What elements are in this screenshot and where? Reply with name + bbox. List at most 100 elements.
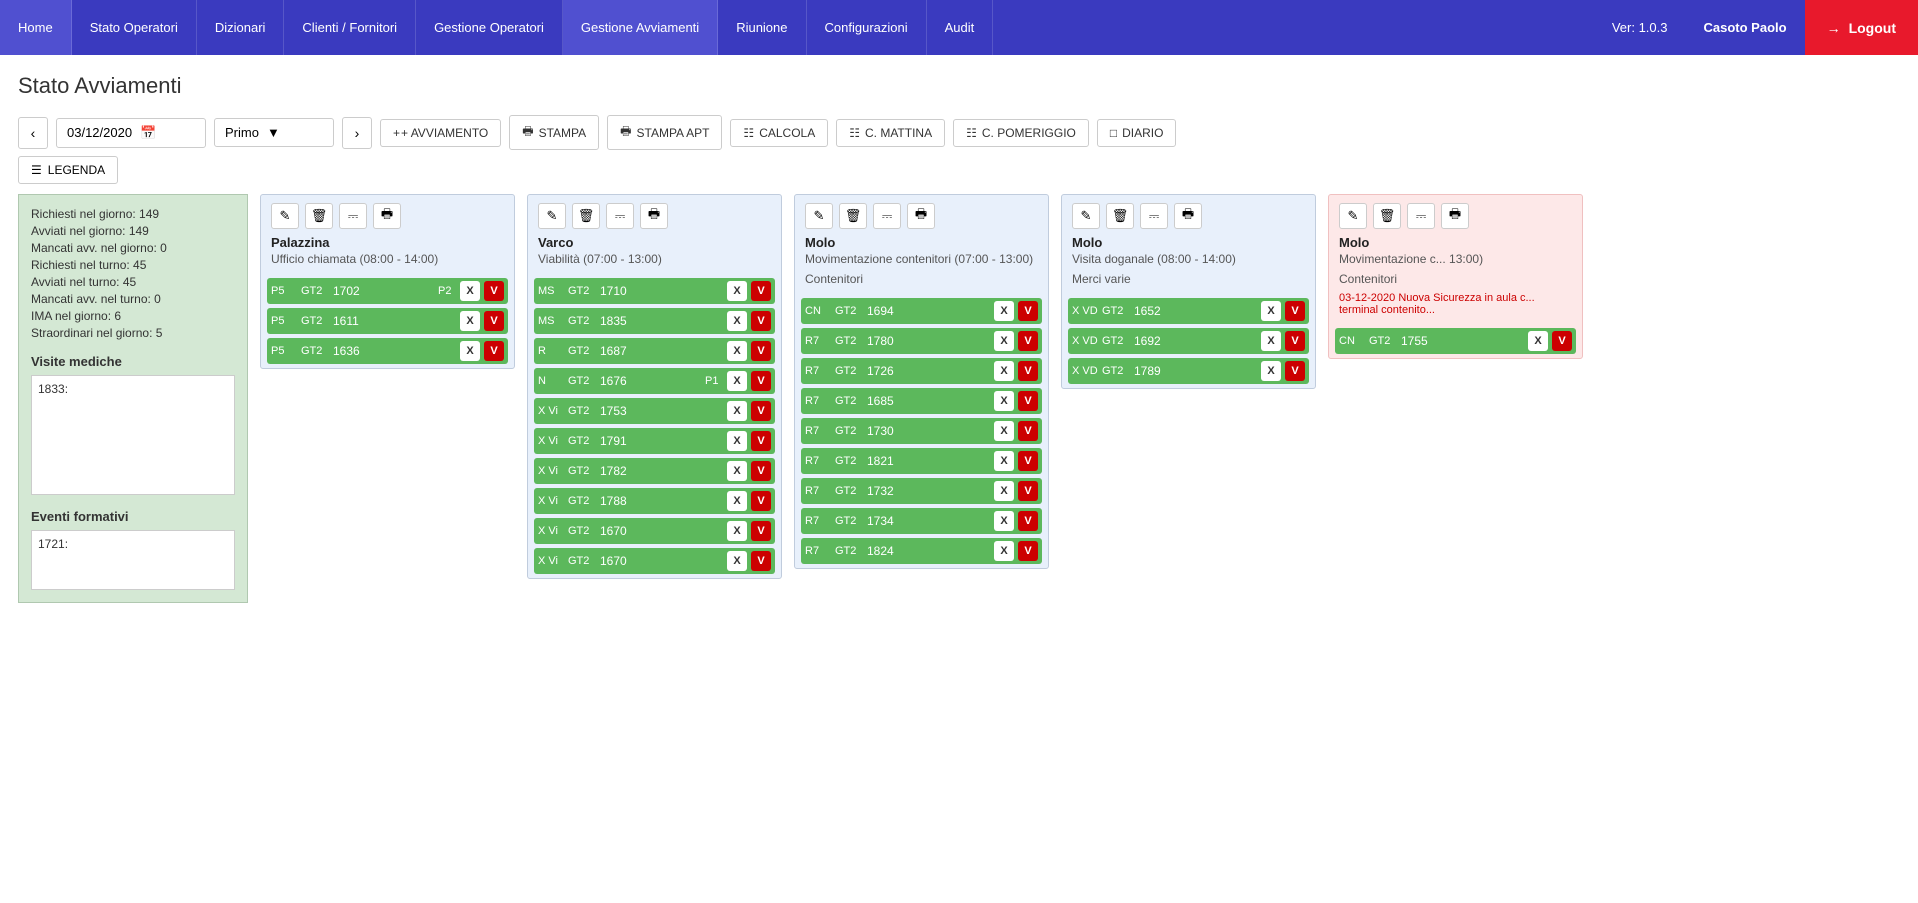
card-subtitle: Movimentazione c... 13:00) bbox=[1329, 252, 1582, 272]
x-button[interactable]: X bbox=[994, 451, 1014, 471]
v-button[interactable]: V bbox=[1285, 331, 1305, 351]
nav-item-riunione[interactable]: Riunione bbox=[718, 0, 806, 55]
x-button[interactable]: X bbox=[727, 551, 747, 571]
v-button[interactable]: V bbox=[1018, 541, 1038, 561]
delete-button[interactable]: 🗑 bbox=[1106, 203, 1134, 229]
delete-button[interactable]: 🗑 bbox=[1373, 203, 1401, 229]
nav-item-audit[interactable]: Audit bbox=[927, 0, 994, 55]
x-button[interactable]: X bbox=[727, 461, 747, 481]
x-button[interactable]: X bbox=[994, 481, 1014, 501]
v-button[interactable]: V bbox=[751, 551, 771, 571]
x-button[interactable]: X bbox=[727, 281, 747, 301]
x-button[interactable]: X bbox=[1261, 361, 1281, 381]
x-button[interactable]: X bbox=[727, 341, 747, 361]
x-button[interactable]: X bbox=[994, 391, 1014, 411]
nav-item-gestione-operatori[interactable]: Gestione Operatori bbox=[416, 0, 563, 55]
x-button[interactable]: X bbox=[460, 281, 480, 301]
copy-button[interactable]: ⎓ bbox=[1140, 203, 1168, 229]
v-button[interactable]: V bbox=[751, 311, 771, 331]
x-button[interactable]: X bbox=[994, 301, 1014, 321]
v-button[interactable]: V bbox=[1018, 511, 1038, 531]
x-button[interactable]: X bbox=[460, 341, 480, 361]
delete-button[interactable]: 🗑 bbox=[572, 203, 600, 229]
edit-button[interactable]: ✎ bbox=[805, 203, 833, 229]
prev-date-button[interactable]: ‹ bbox=[18, 117, 48, 149]
c-pomeriggio-button[interactable]: ☷ C. POMERIGGIO bbox=[953, 119, 1089, 147]
v-button[interactable]: V bbox=[751, 341, 771, 361]
table-icon: ☷ bbox=[849, 126, 860, 140]
diario-button[interactable]: □ DIARIO bbox=[1097, 119, 1177, 147]
print-button[interactable]: 🖶 bbox=[640, 203, 668, 229]
print-button[interactable]: 🖶 bbox=[373, 203, 401, 229]
nav-item-configurazioni[interactable]: Configurazioni bbox=[807, 0, 927, 55]
edit-button[interactable]: ✎ bbox=[1339, 203, 1367, 229]
v-button[interactable]: V bbox=[1018, 301, 1038, 321]
v-button[interactable]: V bbox=[751, 521, 771, 541]
v-button[interactable]: V bbox=[484, 341, 504, 361]
c-mattina-button[interactable]: ☷ C. MATTINA bbox=[836, 119, 945, 147]
v-button[interactable]: V bbox=[1285, 361, 1305, 381]
v-button[interactable]: V bbox=[1018, 331, 1038, 351]
avviamento-button[interactable]: + + AVVIAMENTO bbox=[380, 119, 501, 147]
x-button[interactable]: X bbox=[727, 431, 747, 451]
copy-button[interactable]: ⎓ bbox=[873, 203, 901, 229]
x-button[interactable]: X bbox=[994, 421, 1014, 441]
copy-button[interactable]: ⎓ bbox=[1407, 203, 1435, 229]
shift-select[interactable]: Primo ▼ bbox=[214, 118, 334, 147]
visite-mediche-title: Visite mediche bbox=[31, 354, 235, 369]
x-button[interactable]: X bbox=[994, 541, 1014, 561]
v-button[interactable]: V bbox=[1018, 451, 1038, 471]
x-button[interactable]: X bbox=[727, 311, 747, 331]
v-button[interactable]: V bbox=[751, 401, 771, 421]
x-button[interactable]: X bbox=[994, 331, 1014, 351]
v-button[interactable]: V bbox=[751, 281, 771, 301]
edit-button[interactable]: ✎ bbox=[1072, 203, 1100, 229]
v-button[interactable]: V bbox=[1552, 331, 1572, 351]
v-button[interactable]: V bbox=[484, 281, 504, 301]
delete-button[interactable]: 🗑 bbox=[305, 203, 333, 229]
row-item: X Vi GT2 1670 X V bbox=[534, 518, 775, 544]
x-button[interactable]: X bbox=[1528, 331, 1548, 351]
nav-item-gestione-avviamenti[interactable]: Gestione Avviamenti bbox=[563, 0, 718, 55]
copy-button[interactable]: ⎓ bbox=[606, 203, 634, 229]
v-button[interactable]: V bbox=[484, 311, 504, 331]
row-num: 1685 bbox=[867, 394, 990, 408]
x-button[interactable]: X bbox=[727, 491, 747, 511]
v-button[interactable]: V bbox=[1018, 391, 1038, 411]
calcola-button[interactable]: ☷ CALCOLA bbox=[730, 119, 828, 147]
delete-button[interactable]: 🗑 bbox=[839, 203, 867, 229]
legenda-button[interactable]: ☰ LEGENDA bbox=[18, 156, 118, 184]
v-button[interactable]: V bbox=[1018, 421, 1038, 441]
date-input[interactable]: 03/12/2020 📅 bbox=[56, 118, 206, 148]
v-button[interactable]: V bbox=[751, 491, 771, 511]
print-button[interactable]: 🖶 bbox=[907, 203, 935, 229]
v-button[interactable]: V bbox=[1285, 301, 1305, 321]
copy-button[interactable]: ⎓ bbox=[339, 203, 367, 229]
x-button[interactable]: X bbox=[727, 371, 747, 391]
x-button[interactable]: X bbox=[1261, 331, 1281, 351]
v-button[interactable]: V bbox=[751, 431, 771, 451]
print-button[interactable]: 🖶 bbox=[1174, 203, 1202, 229]
v-button[interactable]: V bbox=[751, 461, 771, 481]
row-item: X Vi GT2 1791 X V bbox=[534, 428, 775, 454]
v-button[interactable]: V bbox=[751, 371, 771, 391]
logout-button[interactable]: → Logout bbox=[1805, 0, 1918, 55]
x-button[interactable]: X bbox=[994, 511, 1014, 531]
edit-button[interactable]: ✎ bbox=[271, 203, 299, 229]
stampa-button[interactable]: 🖶 STAMPA bbox=[509, 115, 599, 150]
x-button[interactable]: X bbox=[460, 311, 480, 331]
stampa-apt-button[interactable]: 🖶 STAMPA APT bbox=[607, 115, 722, 150]
nav-item-stato-operatori[interactable]: Stato Operatori bbox=[72, 0, 197, 55]
v-button[interactable]: V bbox=[1018, 481, 1038, 501]
x-button[interactable]: X bbox=[994, 361, 1014, 381]
next-shift-button[interactable]: › bbox=[342, 117, 372, 149]
nav-item-home[interactable]: Home bbox=[0, 0, 72, 55]
print-button[interactable]: 🖶 bbox=[1441, 203, 1469, 229]
x-button[interactable]: X bbox=[727, 401, 747, 421]
x-button[interactable]: X bbox=[1261, 301, 1281, 321]
edit-button[interactable]: ✎ bbox=[538, 203, 566, 229]
nav-item-clienti-fornitori[interactable]: Clienti / Fornitori bbox=[284, 0, 416, 55]
nav-item-dizionari[interactable]: Dizionari bbox=[197, 0, 285, 55]
v-button[interactable]: V bbox=[1018, 361, 1038, 381]
x-button[interactable]: X bbox=[727, 521, 747, 541]
